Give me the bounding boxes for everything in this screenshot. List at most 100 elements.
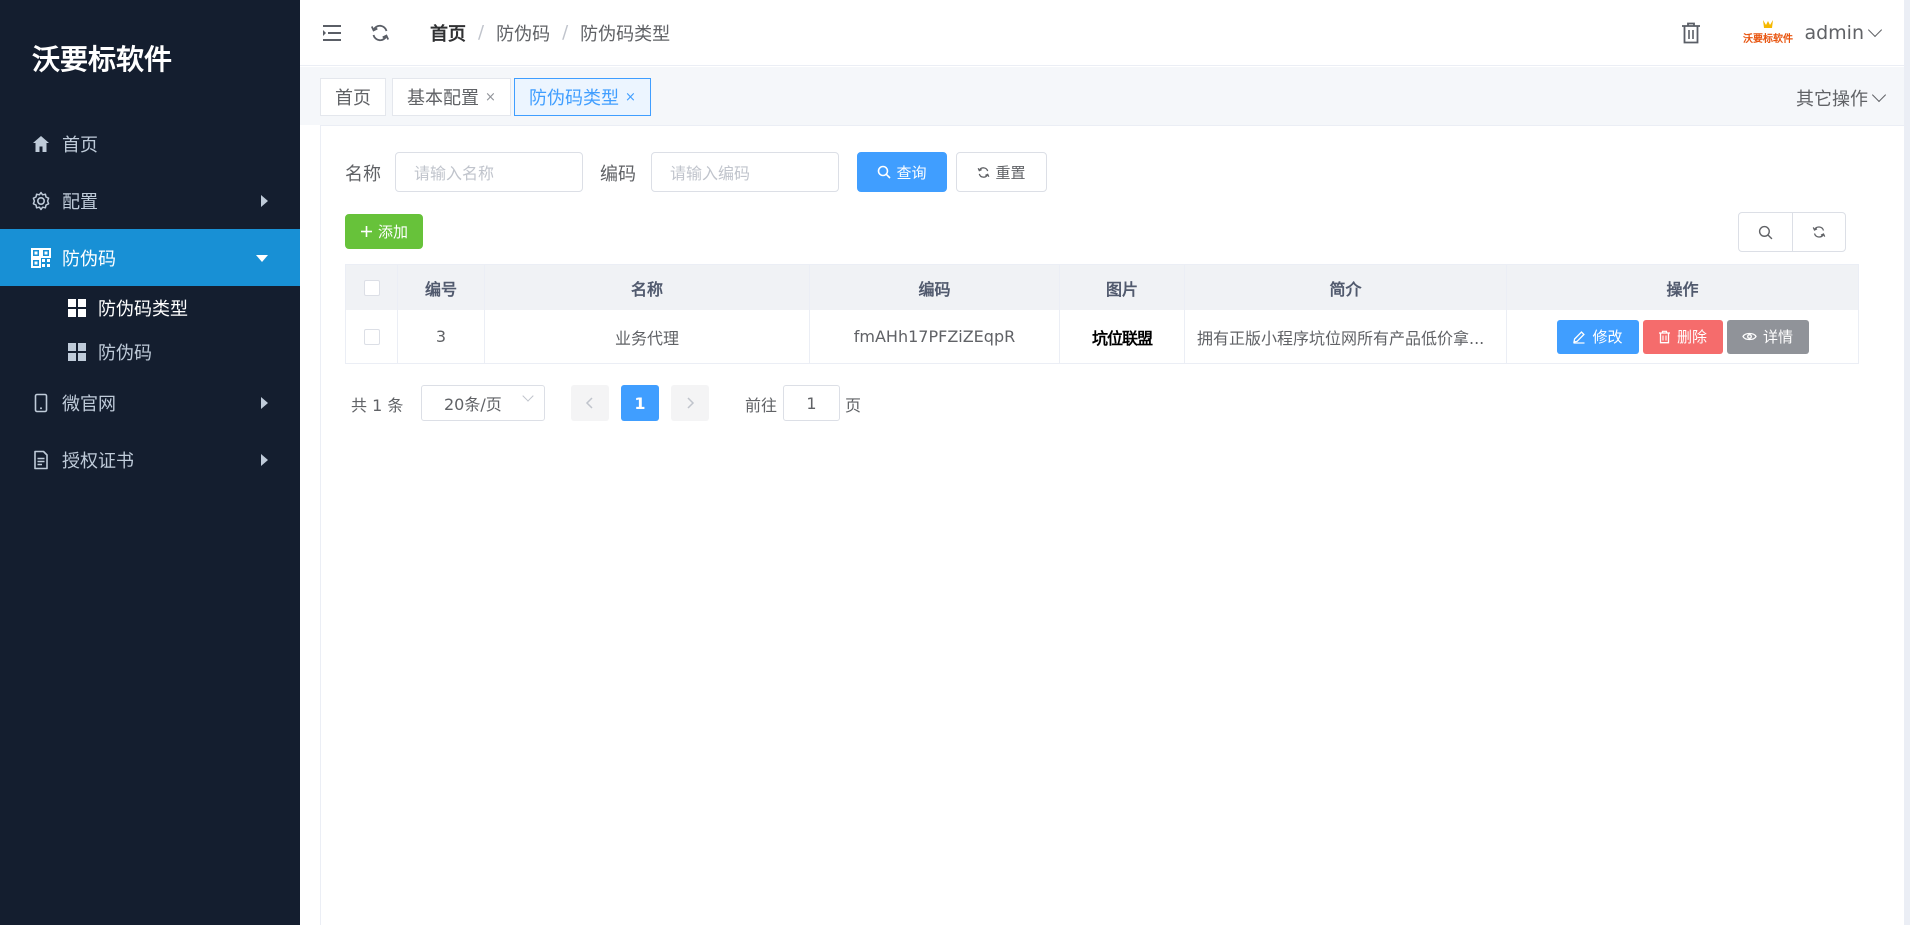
row-select-cell xyxy=(346,310,398,363)
username[interactable]: admin xyxy=(1804,22,1864,44)
column-header: 编号 xyxy=(398,265,485,310)
plus-icon xyxy=(360,225,373,238)
select-all-cell xyxy=(346,265,398,310)
cell-actions: 修改 删除 详情 xyxy=(1507,310,1858,363)
delete-button-label: 删除 xyxy=(1676,328,1707,346)
document-icon xyxy=(30,449,52,471)
thumbnail-image[interactable]: 坑位联盟 xyxy=(1092,325,1153,349)
close-icon[interactable]: × xyxy=(485,90,496,105)
page-size-select[interactable]: 20条/页 xyxy=(421,385,545,421)
content-card xyxy=(320,125,1910,925)
code-search-input[interactable]: 请输入编码 xyxy=(651,152,839,192)
table-header-row: 编号 名称 编码 图片 简介 操作 xyxy=(346,265,1858,310)
sidebar-item-label: 防伪码 xyxy=(62,248,116,270)
avatar[interactable]: 沃要标软件 xyxy=(1738,3,1799,63)
column-header: 操作 xyxy=(1666,279,1699,299)
close-icon[interactable]: × xyxy=(625,90,636,105)
refresh-icon[interactable] xyxy=(368,21,392,45)
tags-view: 首页 基本配置 × 防伪码类型 × 其它操作 xyxy=(300,67,1910,125)
refresh-icon xyxy=(1812,226,1826,238)
search-button-label: 查询 xyxy=(896,163,927,182)
add-button[interactable]: 添加 xyxy=(345,214,423,249)
sidebar-item-label: 首页 xyxy=(62,134,98,156)
column-header: 图片 xyxy=(1060,265,1185,310)
name-search-input[interactable]: 请输入名称 xyxy=(395,152,583,192)
chevron-right-icon xyxy=(687,397,695,409)
sidebar: 沃要标软件 首页 配置 防伪码 防伪码类型 防伪码 微官网 授权证书 xyxy=(0,0,300,925)
prev-page-button[interactable] xyxy=(571,385,609,421)
breadcrumb: 首页 / 防伪码 / 防伪码类型 xyxy=(430,20,670,46)
name-filter-label: 名称 xyxy=(345,164,381,185)
search-icon xyxy=(1758,225,1773,239)
toggle-search-button[interactable] xyxy=(1739,213,1792,251)
refresh-table-button[interactable] xyxy=(1791,213,1846,251)
tag-code-type[interactable]: 防伪码类型 × xyxy=(514,78,651,116)
reset-button-label: 重置 xyxy=(995,163,1026,182)
cell-id: 3 xyxy=(398,310,485,363)
goto-label: 前往 xyxy=(745,396,778,415)
select-all-checkbox[interactable] xyxy=(363,279,380,296)
tag-label: 防伪码类型 xyxy=(529,88,619,109)
grid-icon xyxy=(68,343,86,361)
sidebar-subitem-label: 防伪码 xyxy=(98,343,152,364)
top-navbar: 首页 / 防伪码 / 防伪码类型 沃要标软件 admin xyxy=(300,0,1910,66)
hamburger-icon[interactable] xyxy=(320,21,344,45)
sidebar-item-label: 配置 xyxy=(62,191,98,213)
tag-label: 首页 xyxy=(335,88,371,109)
chevron-down-icon xyxy=(1871,87,1887,103)
delete-button[interactable]: 删除 xyxy=(1642,319,1723,354)
trash-icon xyxy=(1658,330,1671,344)
caret-right-icon xyxy=(261,453,268,466)
refresh-icon xyxy=(977,166,990,179)
trash-icon[interactable] xyxy=(1680,21,1704,45)
sidebar-item-anticounterfeit[interactable]: 防伪码 xyxy=(0,229,300,286)
tag-home[interactable]: 首页 xyxy=(320,78,386,116)
edit-button-label: 修改 xyxy=(1592,328,1623,346)
column-header: 编码 xyxy=(810,265,1060,310)
eye-icon xyxy=(1742,331,1757,342)
sidebar-item-config[interactable]: 配置 xyxy=(0,172,300,229)
cell-code: fmAHh17PFZiZEqpR xyxy=(810,310,1060,363)
home-icon xyxy=(30,133,52,155)
breadcrumb-item[interactable]: 防伪码 xyxy=(496,20,550,46)
detail-button[interactable]: 详情 xyxy=(1726,319,1809,354)
row-checkbox[interactable] xyxy=(363,328,380,345)
caret-down-icon xyxy=(256,254,268,262)
other-operations-dropdown[interactable]: 其它操作 xyxy=(1796,85,1887,111)
grid-icon xyxy=(68,299,86,317)
next-page-button[interactable] xyxy=(671,385,709,421)
table-toolbar xyxy=(1738,212,1846,252)
edit-button[interactable]: 修改 xyxy=(1556,319,1639,354)
caret-right-icon xyxy=(261,396,268,409)
breadcrumb-item: 防伪码类型 xyxy=(580,23,671,45)
sidebar-item-license[interactable]: 授权证书 xyxy=(0,431,300,488)
cell-image: 坑位联盟 xyxy=(1060,310,1185,363)
tag-label: 基本配置 xyxy=(407,88,479,109)
mobile-icon xyxy=(30,392,52,414)
data-table: 编号 名称 编码 图片 简介 操作 3 业务代理 fmAHh17PFZiZEqp… xyxy=(345,264,1859,364)
chevron-down-icon[interactable] xyxy=(1867,22,1883,38)
reset-button[interactable]: 重置 xyxy=(956,152,1047,192)
sidebar-subitem-code[interactable]: 防伪码 xyxy=(0,330,300,374)
other-operations-label: 其它操作 xyxy=(1796,89,1868,110)
gear-icon xyxy=(30,190,52,212)
code-search-placeholder: 请输入编码 xyxy=(670,164,751,183)
sidebar-item-label: 微官网 xyxy=(62,393,116,415)
code-filter-label: 编码 xyxy=(600,164,636,185)
brand-title: 沃要标软件 xyxy=(32,42,173,76)
column-header: 名称 xyxy=(485,265,810,310)
search-button[interactable]: 查询 xyxy=(857,152,947,192)
breadcrumb-item[interactable]: 首页 xyxy=(430,20,466,46)
chevron-down-icon xyxy=(522,390,534,402)
page-number-button[interactable]: 1 xyxy=(621,385,659,421)
sidebar-item-microsite[interactable]: 微官网 xyxy=(0,374,300,431)
sidebar-subitem-code-type[interactable]: 防伪码类型 xyxy=(0,286,300,330)
sidebar-item-home[interactable]: 首页 xyxy=(0,115,300,172)
sidebar-subitem-label: 防伪码类型 xyxy=(98,299,188,320)
header-right: 沃要标软件 admin xyxy=(1680,0,1883,66)
table-row[interactable]: 3 业务代理 fmAHh17PFZiZEqpR 坑位联盟 拥有正版小程序坑位网所… xyxy=(346,310,1858,363)
goto-page-input[interactable]: 1 xyxy=(783,385,840,421)
tag-basic-config[interactable]: 基本配置 × xyxy=(392,78,511,116)
app: 沃要标软件 首页 配置 防伪码 防伪码类型 防伪码 微官网 授权证书 首页 / … xyxy=(0,0,1910,925)
page-scrollbar[interactable] xyxy=(1904,0,1910,925)
